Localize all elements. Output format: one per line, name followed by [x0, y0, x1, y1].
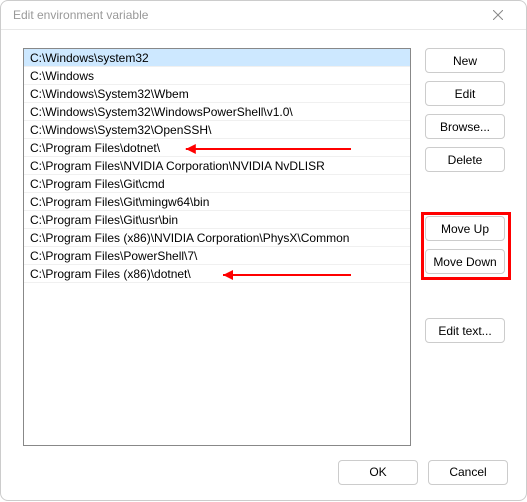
list-item[interactable]: C:\Program Files (x86)\NVIDIA Corporatio… — [24, 229, 410, 247]
list-item[interactable]: C:\Windows — [24, 67, 410, 85]
list-item[interactable]: C:\Program Files\dotnet\ — [24, 139, 410, 157]
close-button[interactable] — [478, 1, 518, 29]
list-item[interactable]: C:\Windows\System32\OpenSSH\ — [24, 121, 410, 139]
close-icon — [493, 10, 503, 20]
delete-button[interactable]: Delete — [425, 147, 505, 172]
path-listbox[interactable]: C:\Windows\system32C:\WindowsC:\Windows\… — [23, 48, 411, 446]
list-item[interactable]: C:\Program Files\PowerShell\7\ — [24, 247, 410, 265]
list-item[interactable]: C:\Program Files\Git\usr\bin — [24, 211, 410, 229]
list-item[interactable]: C:\Program Files\NVIDIA Corporation\NVID… — [24, 157, 410, 175]
window-title: Edit environment variable — [13, 8, 478, 22]
ok-button[interactable]: OK — [338, 460, 418, 485]
list-item[interactable]: C:\Windows\System32\Wbem — [24, 85, 410, 103]
edit-button[interactable]: Edit — [425, 81, 505, 106]
edit-text-button[interactable]: Edit text... — [425, 318, 505, 343]
dialog-window: Edit environment variable C:\Windows\sys… — [0, 0, 527, 501]
list-item[interactable]: C:\Program Files\Git\cmd — [24, 175, 410, 193]
move-up-button[interactable]: Move Up — [425, 216, 505, 241]
spacer — [425, 180, 505, 208]
titlebar: Edit environment variable — [1, 1, 526, 30]
browse-button[interactable]: Browse... — [425, 114, 505, 139]
footer: OK Cancel — [1, 458, 526, 500]
new-button[interactable]: New — [425, 48, 505, 73]
spacer — [425, 282, 505, 310]
content-area: C:\Windows\system32C:\WindowsC:\Windows\… — [1, 30, 526, 458]
list-item[interactable]: C:\Program Files\Git\mingw64\bin — [24, 193, 410, 211]
cancel-button[interactable]: Cancel — [428, 460, 508, 485]
list-item[interactable]: C:\Windows\system32 — [24, 49, 410, 67]
button-column: New Edit Browse... Delete Move Up Move D… — [425, 48, 505, 446]
list-item[interactable]: C:\Program Files (x86)\dotnet\ — [24, 265, 410, 283]
move-down-button[interactable]: Move Down — [425, 249, 505, 274]
list-item[interactable]: C:\Windows\System32\WindowsPowerShell\v1… — [24, 103, 410, 121]
